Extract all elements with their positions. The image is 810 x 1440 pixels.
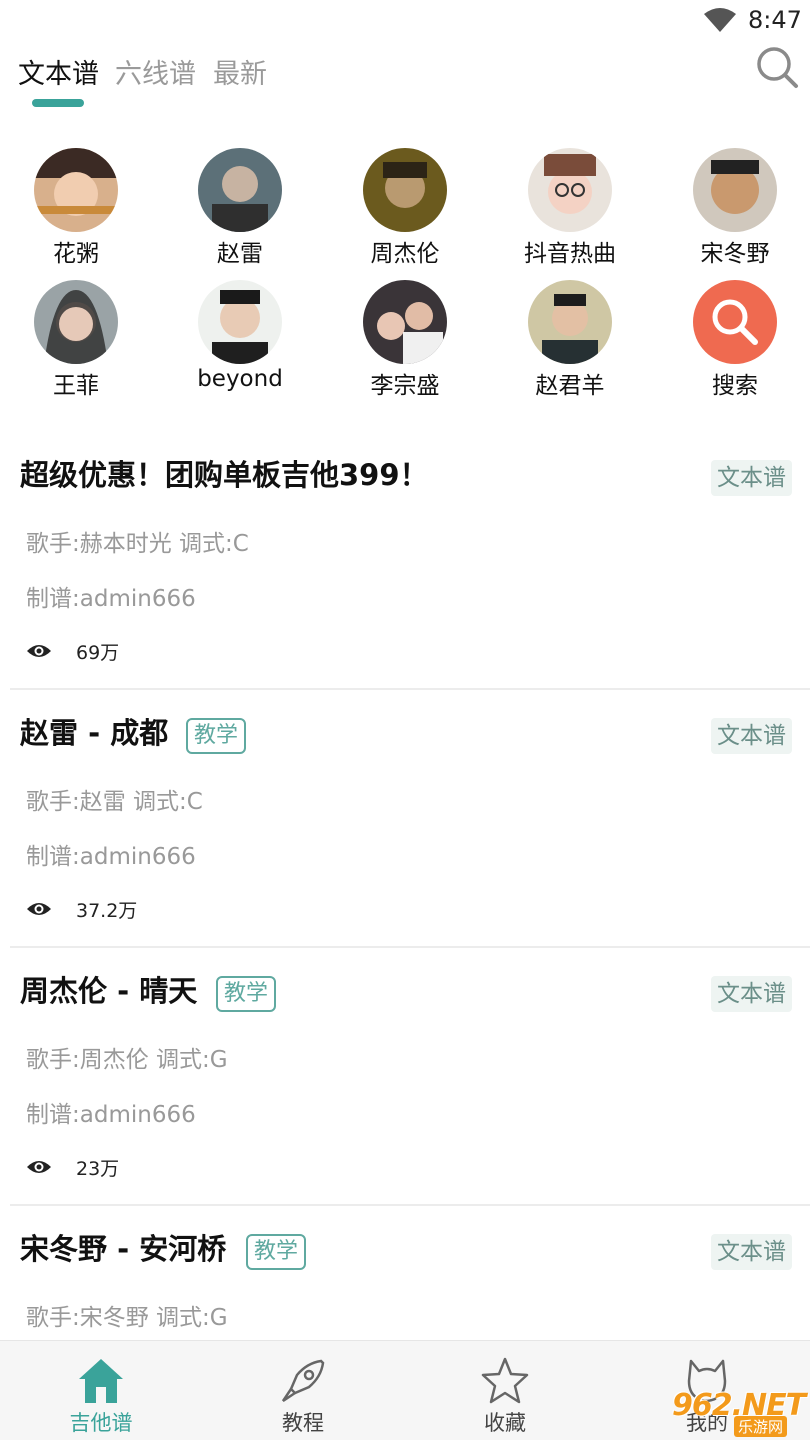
song-card[interactable]: 赵雷 - 成都 教学 文本谱 歌手:赵雷 调式:C 制谱:admin666 37… [0,690,810,948]
watermark-subtext: 乐游网 [734,1416,788,1437]
score-type-badge: 文本谱 [711,718,792,754]
artist-item[interactable]: 花粥 [6,148,146,268]
tab-tab-score[interactable]: 六线谱 [115,52,196,91]
home-icon [79,1359,123,1403]
artist-item[interactable]: 赵君羊 [500,280,640,400]
star-icon [481,1357,529,1404]
avatar [363,148,447,232]
artist-item[interactable]: 李宗盛 [335,280,475,400]
artist-search-item[interactable]: 搜索 [665,280,805,400]
nav-tutorial[interactable]: 教程 [202,1341,404,1440]
search-icon[interactable] [754,44,800,90]
song-author: 制谱:admin666 [26,1102,196,1128]
nav-label: 教程 [282,1411,324,1435]
nav-label: 吉他谱 [69,1411,133,1435]
watermark-logo: 962.NET 乐游网 [672,1386,808,1437]
teach-badge: 教学 [186,718,247,754]
artist-name: 赵君羊 [535,373,605,399]
artist-name: 搜索 [712,373,758,399]
search-icon [693,280,777,364]
artist-name: 李宗盛 [370,373,440,399]
top-tabs: 文本谱 六线谱 最新 [18,52,718,112]
song-card[interactable]: 超级优惠！团购单板吉他399！ 文本谱 歌手:赫本时光 调式:C 制谱:admi… [0,432,810,690]
avatar [34,148,118,232]
score-type-badge: 文本谱 [711,1234,792,1270]
song-title: 赵雷 - 成都 [20,716,169,750]
teach-badge: 教学 [216,976,277,1012]
avatar [363,280,447,364]
eye-icon [27,1161,51,1173]
song-author: 制谱:admin666 [26,586,196,612]
avatar [693,148,777,232]
view-count-text: 37.2万 [76,900,138,922]
avatar [528,280,612,364]
avatar [693,280,777,364]
artist-name: 花粥 [53,241,99,267]
nav-guitar-score[interactable]: 吉他谱 [0,1341,202,1440]
song-title: 超级优惠！团购单板吉他399！ [20,458,429,492]
artist-item[interactable]: beyond [170,280,310,400]
tab-latest[interactable]: 最新 [213,52,267,91]
avatar [34,280,118,364]
rocket-icon [281,1359,325,1403]
artist-item[interactable]: 周杰伦 [335,148,475,268]
artist-name: 宋冬野 [700,241,770,267]
song-card[interactable]: 周杰伦 - 晴天 教学 文本谱 歌手:周杰伦 调式:G 制谱:admin666 … [0,948,810,1206]
wifi-icon [704,8,736,32]
artist-name: 周杰伦 [370,241,440,267]
artist-grid: 花粥 赵雷 周杰伦 抖音热曲 宋冬野 王菲 beyond 李宗盛 赵君羊 搜索 [0,148,810,408]
song-singer-key: 歌手:周杰伦 调式:G [26,1047,228,1073]
song-singer-key: 歌手:赫本时光 调式:C [26,531,249,557]
avatar [528,148,612,232]
eye-icon [27,903,51,915]
artist-item[interactable]: 宋冬野 [665,148,805,268]
eye-icon [27,645,51,657]
status-time: 8:47 [748,6,802,34]
artist-name: beyond [197,366,283,392]
song-author: 制谱:admin666 [26,844,196,870]
song-singer-key: 歌手:宋冬野 调式:G [26,1305,228,1331]
score-type-badge: 文本谱 [711,460,792,496]
artist-item[interactable]: 抖音热曲 [500,148,640,268]
nav-favorites[interactable]: 收藏 [404,1341,606,1440]
tab-text-score[interactable]: 文本谱 [18,52,99,91]
status-bar: 8:47 [0,0,810,44]
artist-name: 王菲 [53,373,99,399]
view-count-text: 23万 [76,1158,120,1180]
tab-indicator [32,99,84,107]
avatar [198,280,282,364]
nav-label: 收藏 [484,1411,526,1435]
song-title: 周杰伦 - 晴天 [20,974,198,1008]
artist-name: 赵雷 [217,241,263,267]
artist-item[interactable]: 赵雷 [170,148,310,268]
artist-name: 抖音热曲 [524,241,616,267]
score-type-badge: 文本谱 [711,976,792,1012]
teach-badge: 教学 [246,1234,307,1270]
avatar [198,148,282,232]
view-count-text: 69万 [76,642,120,664]
artist-item[interactable]: 王菲 [6,280,146,400]
song-singer-key: 歌手:赵雷 调式:C [26,789,203,815]
song-title: 宋冬野 - 安河桥 [20,1232,227,1266]
